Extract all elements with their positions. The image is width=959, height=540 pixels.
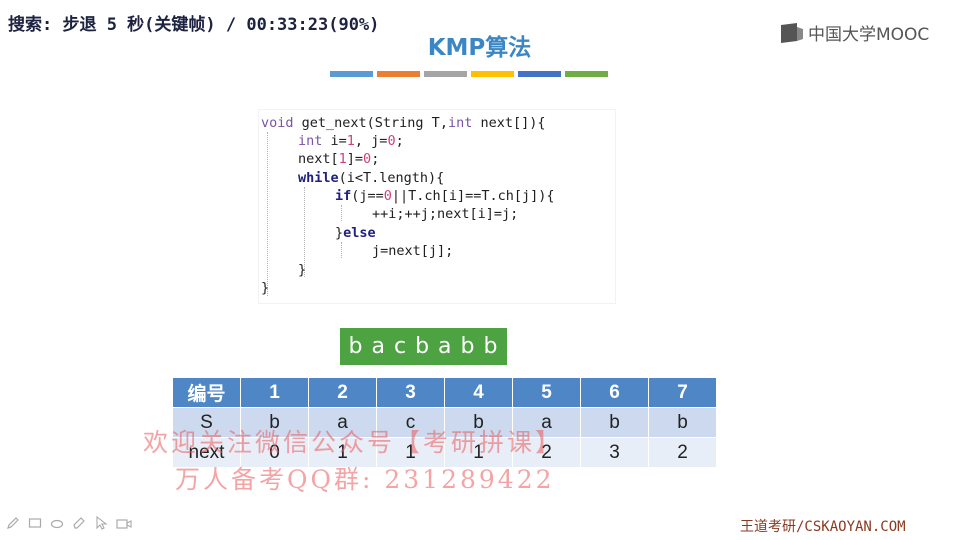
indent-guide [341,205,342,221]
slide-toolbar [6,515,132,530]
pen-icon[interactable] [6,515,20,529]
table-header-cell: 7 [648,377,717,408]
code-token: ]= [346,151,364,167]
code-line-1: void get_next(String T,int next[]){ [261,114,546,132]
code-token: else [343,225,376,241]
slide-title: KMP算法 [427,35,532,61]
code-token: 1 [338,151,347,167]
code-token: } [335,225,344,241]
title-bar-4 [471,71,514,77]
title-bar-6 [565,71,608,77]
code-token: if [335,188,352,204]
code-line-6: ++i;++j;next[i]=j; [372,206,519,222]
slide-icon[interactable] [28,515,42,529]
code-token: i= [322,133,347,149]
indent-guide [341,242,342,258]
code-token: (j== [351,188,384,204]
code-token: ; [371,151,380,167]
code-token: next[ [298,151,339,167]
code-token: (i<T.length){ [338,170,445,186]
table-header-cell: 3 [376,377,445,408]
table-header-cell: 6 [580,377,649,408]
code-token: get_next(String T, [293,115,448,131]
title-bar-3 [424,71,467,77]
indent-guide [267,132,268,296]
code-token: 1 [346,133,355,149]
code-line-2: int i=1, j=0; [298,132,404,150]
table-header-cell: 编号 [172,377,241,408]
code-token: , j= [354,133,388,149]
highlighter-icon[interactable] [72,515,86,529]
title-bar-5 [518,71,561,77]
table-cell: 2 [648,437,717,468]
code-token: next[]){ [472,115,546,131]
title-bar-2 [377,71,420,77]
table-cell: b [648,407,717,438]
code-token: ; [395,133,404,149]
code-panel: void get_next(String T,int next[]){ int … [259,110,615,303]
pointer-icon[interactable] [94,515,108,530]
code-line-5: if(j==0||T.ch[i]==T.ch[j]){ [335,187,554,205]
code-line-7: }else [335,224,376,242]
code-line-8: j=next[j]; [372,243,454,259]
code-line-3: next[1]=0; [298,150,379,168]
code-line-9: } [298,262,307,278]
table-cell: b [580,407,649,438]
table-header-cell: 5 [512,377,581,408]
eraser-icon[interactable] [50,515,64,529]
title-color-bars [330,71,608,77]
code-token: ||T.ch[i]==T.ch[j]){ [391,188,555,204]
watermark-line-2: 万人备考QQ群: 231289422 [175,465,555,494]
watermark-line-1: 欢迎关注微信公众号【考研拼课】 [143,428,564,457]
table-header-cell: 4 [444,377,513,408]
table-cell: 3 [580,437,649,468]
title-bar-1 [330,71,373,77]
code-token: 0 [383,188,392,204]
footer-brand: 王道考研/CSKAOYAN.COM [740,519,906,535]
code-line-10: } [261,280,270,296]
table-header-cell: 1 [240,377,309,408]
code-token: int [298,133,323,149]
code-token: 0 [387,133,396,149]
code-token: 0 [363,151,372,167]
table-header-cell: 2 [308,377,377,408]
code-token: while [298,170,339,186]
code-line-4: while(i<T.length){ [298,169,444,187]
table-header-row: 编号 1 2 3 4 5 6 7 [172,377,717,408]
camera-icon[interactable] [116,515,132,529]
code-token: void [261,115,294,131]
pattern-string-box: b a c b a b b [340,328,507,365]
code-token: int [447,115,473,131]
